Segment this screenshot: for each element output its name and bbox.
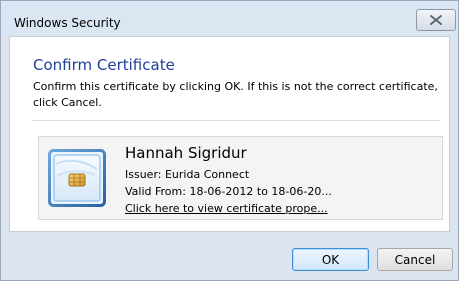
certificate-name: Hannah Sigridur: [125, 144, 247, 162]
certificate-valid-from: Valid From: 18-06-2012 to 18-06-20...: [125, 185, 332, 198]
close-icon: [429, 11, 443, 30]
window-title: Windows Security: [14, 16, 121, 30]
dialog-heading: Confirm Certificate: [33, 56, 175, 74]
dialog-description: Confirm this certificate by clicking OK.…: [33, 80, 438, 109]
view-certificate-properties-link[interactable]: Click here to view certificate prope...: [125, 202, 328, 215]
windows-security-dialog: Windows Security Confirm Certificate Con…: [0, 0, 459, 281]
close-button[interactable]: [416, 9, 456, 31]
dialog-content: Confirm Certificate Confirm this certifi…: [9, 36, 450, 232]
certificate-issuer: Issuer: Eurida Connect: [125, 168, 250, 181]
content-divider: [32, 120, 440, 121]
ok-button[interactable]: OK: [292, 248, 369, 271]
certificate-card-icon: [48, 149, 106, 207]
cancel-button[interactable]: Cancel: [377, 248, 453, 271]
certificate-card[interactable]: Hannah Sigridur Issuer: Eurida Connect V…: [38, 136, 443, 220]
title-bar: Windows Security: [1, 1, 458, 35]
